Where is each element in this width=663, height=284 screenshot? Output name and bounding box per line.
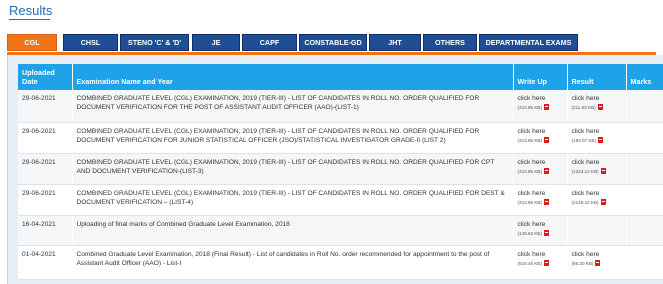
- header-examination-name: Examination Name and Year: [72, 64, 514, 90]
- file-size: (313.85 KB): [517, 199, 543, 205]
- cell-date: 29-06-2021: [18, 90, 73, 123]
- header-marks: Marks: [626, 64, 663, 90]
- tab-cgl[interactable]: CGL: [7, 34, 57, 51]
- cell-date: 01-04-2021: [18, 245, 73, 280]
- pdf-icon[interactable]: [544, 259, 550, 266]
- table-row: 01-04-2021 Combined Graduate Level Exami…: [18, 245, 663, 280]
- cell-write-up: click here (519.45 KB): [513, 245, 568, 280]
- header-uploaded-date: Uploaded Date: [18, 64, 73, 90]
- result-link[interactable]: click here: [572, 189, 622, 198]
- cell-date: 29-06-2021: [18, 122, 73, 154]
- table-row: 29-06-2021 COMBINED GRADUATE LEVEL (CGL)…: [18, 184, 663, 216]
- header-write-up: Write Up: [513, 64, 568, 90]
- file-size: (313.85 KB): [517, 105, 543, 111]
- cell-exam-name: COMBINED GRADUATE LEVEL (CGL) EXAMINATIO…: [72, 90, 514, 123]
- pdf-icon[interactable]: [544, 104, 550, 111]
- cell-exam-name: COMBINED GRADUATE LEVEL (CGL) EXAMINATIO…: [72, 153, 514, 185]
- file-size: (211.53 KB): [571, 105, 596, 111]
- page-title: Results: [9, 3, 53, 18]
- pdf-icon[interactable]: [600, 198, 606, 205]
- cell-write-up: click here (149.63 KB): [513, 215, 568, 246]
- cell-marks: [626, 245, 663, 280]
- tab-chsl[interactable]: CHSL: [63, 34, 118, 51]
- cell-result: [567, 215, 627, 246]
- table-row: 16-04-2021 Uploading of final marks of C…: [18, 215, 663, 246]
- write-up-link[interactable]: click here: [518, 158, 563, 167]
- cell-write-up: click here (313.85 KB): [513, 153, 568, 185]
- tab-constable-gd[interactable]: CONSTABLE-GD: [299, 34, 367, 51]
- write-up-link[interactable]: click here: [518, 220, 563, 229]
- header-result: Result: [567, 64, 627, 90]
- pdf-icon[interactable]: [544, 136, 550, 143]
- pdf-icon[interactable]: [544, 167, 550, 174]
- cell-write-up: click here (313.85 KB): [513, 122, 568, 154]
- cell-marks: [626, 153, 663, 185]
- cell-write-up: click here (313.85 KB): [513, 184, 568, 216]
- table-row: 29-06-2021 COMBINED GRADUATE LEVEL (CGL)…: [18, 90, 663, 123]
- cell-date: 29-06-2021: [18, 153, 73, 185]
- file-size: (2146.42 KB): [571, 199, 599, 205]
- cell-result: click here (2146.42 KB): [567, 184, 627, 216]
- write-up-link[interactable]: click here: [518, 94, 563, 103]
- pdf-icon[interactable]: [598, 136, 604, 143]
- cell-exam-name: Uploading of final marks of Combined Gra…: [72, 215, 514, 246]
- title-underline: [9, 19, 50, 20]
- cell-marks: [626, 184, 663, 216]
- table-row: 29-06-2021 COMBINED GRADUATE LEVEL (CGL)…: [18, 122, 663, 154]
- table-row: 29-06-2021 COMBINED GRADUATE LEVEL (CGL)…: [18, 153, 663, 185]
- pdf-icon[interactable]: [544, 198, 550, 205]
- cell-marks: [626, 90, 663, 123]
- tab-jht[interactable]: JHT: [369, 34, 421, 51]
- file-size: (149.63 KB): [517, 230, 543, 236]
- cell-date: 29-06-2021: [18, 184, 73, 216]
- pdf-icon[interactable]: [544, 229, 550, 236]
- file-size: (313.85 KB): [517, 168, 543, 174]
- pdf-icon[interactable]: [595, 259, 601, 266]
- file-size: (313.85 KB): [517, 137, 543, 143]
- cell-result: click here (86.30 KB): [567, 245, 627, 280]
- result-link[interactable]: click here: [572, 94, 622, 103]
- result-link[interactable]: click here: [572, 127, 622, 136]
- result-link[interactable]: click here: [572, 158, 622, 167]
- cell-marks: [626, 215, 663, 246]
- cell-result: click here (211.53 KB): [567, 90, 627, 123]
- file-size: (193.07 KB): [571, 137, 597, 143]
- file-size: (519.45 KB): [517, 260, 543, 266]
- cell-result: click here (1323.12 KB): [567, 153, 627, 185]
- cell-write-up: click here (313.85 KB): [513, 90, 568, 123]
- cell-result: click here (193.07 KB): [567, 122, 627, 154]
- results-table: Uploaded Date Examination Name and Year …: [18, 64, 663, 280]
- exam-tabs: CGL CHSL STENO 'C' & 'D' JE CAPF CONSTAB…: [7, 34, 663, 52]
- tab-capf[interactable]: CAPF: [242, 34, 297, 51]
- cell-date: 16-04-2021: [18, 215, 73, 246]
- table-header-row: Uploaded Date Examination Name and Year …: [18, 64, 663, 90]
- cell-marks: [626, 122, 663, 154]
- cell-exam-name: Combined Graduate Level Examination, 201…: [72, 245, 514, 280]
- pdf-icon[interactable]: [597, 104, 603, 111]
- tab-others[interactable]: OTHERS: [423, 34, 477, 51]
- tab-departmental-exams[interactable]: DEPARTMENTAL EXAMS: [479, 34, 578, 51]
- cell-exam-name: COMBINED GRADUATE LEVEL (CGL) EXAMINATIO…: [72, 122, 514, 154]
- write-up-link[interactable]: click here: [518, 250, 563, 259]
- file-size: (1323.12 KB): [571, 168, 599, 174]
- tab-steno[interactable]: STENO 'C' & 'D': [120, 34, 189, 51]
- result-link[interactable]: click here: [572, 250, 622, 259]
- pdf-icon[interactable]: [600, 167, 606, 174]
- write-up-link[interactable]: click here: [518, 189, 563, 198]
- write-up-link[interactable]: click here: [518, 127, 563, 136]
- file-size: (86.30 KB): [571, 260, 594, 266]
- tab-je[interactable]: JE: [192, 34, 240, 51]
- cell-exam-name: COMBINED GRADUATE LEVEL (CGL) EXAMINATIO…: [72, 184, 514, 216]
